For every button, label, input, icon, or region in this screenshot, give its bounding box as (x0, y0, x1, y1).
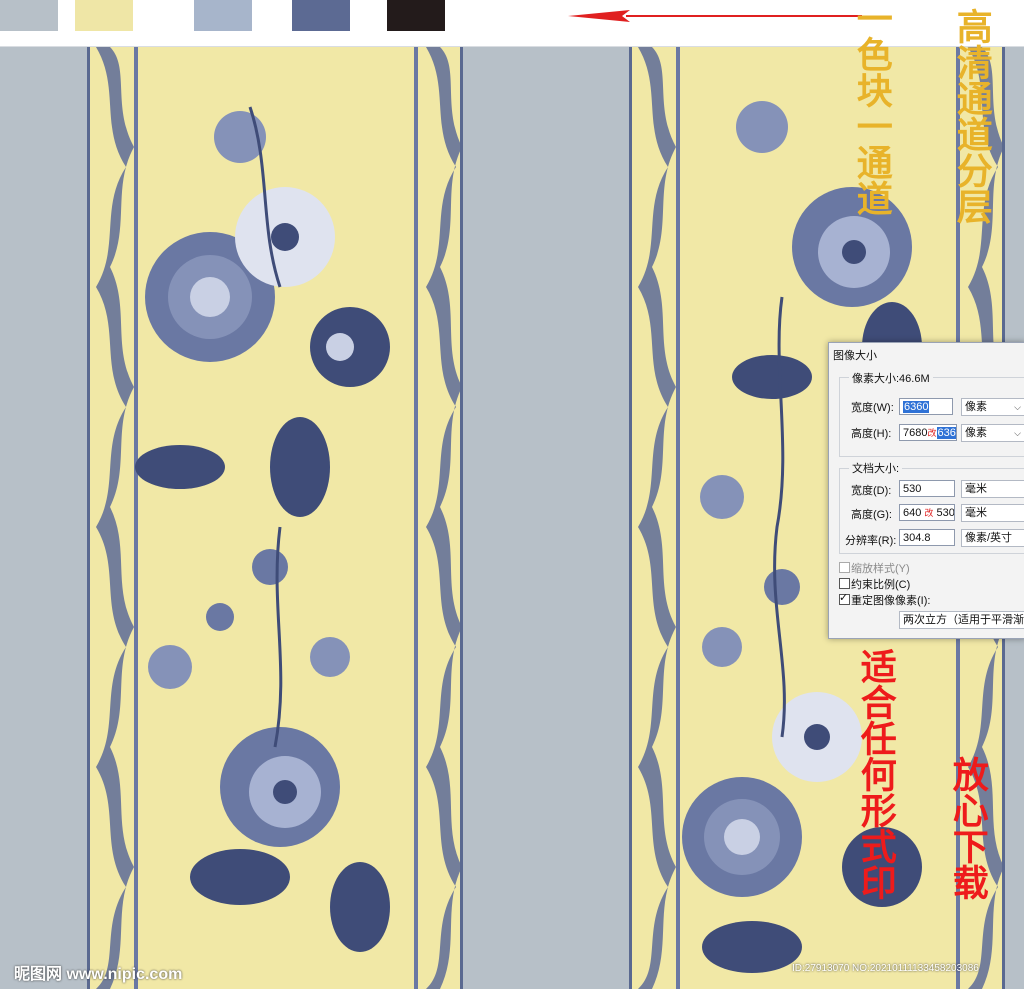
width-unit-select[interactable]: 像素 ⌵ (961, 398, 1024, 416)
height-old-value: 7680 (903, 427, 928, 439)
pixel-dimensions-label: 像素大小:46.6M (849, 370, 933, 386)
doc-height-unit-select[interactable]: 毫米 (961, 504, 1024, 522)
doc-width-unit: 毫米 (965, 483, 987, 495)
width-label: 宽度(W): (851, 402, 894, 414)
chevron-down-icon: ⌵ (1014, 428, 1021, 438)
resample-method-select[interactable]: 两次立方（适用于平滑渐变 (899, 611, 1024, 629)
height-new-value: 6360 (936, 427, 956, 439)
resolution-unit: 像素/英寸 (965, 532, 1013, 544)
swatch-black (387, 0, 445, 31)
floral-pattern-left (90, 47, 462, 989)
resolution-input[interactable]: 304.8 (899, 529, 955, 546)
site-watermark: 昵图网 www.nipic.com (14, 966, 183, 983)
doc-height-change-mark: 改 (924, 508, 934, 518)
doc-width-value: 530 (903, 483, 922, 495)
left-arrow-icon (568, 10, 862, 22)
width-input[interactable]: 6360 (899, 398, 953, 415)
vertical-text-yellow-2: 高清通道分层 (950, 8, 996, 224)
doc-height-unit: 毫米 (965, 507, 987, 519)
image-id-line: ID:27913070 NO:20210111133458203086 (792, 963, 979, 974)
pixel-dimensions-group (839, 377, 1024, 457)
scale-styles-label: 缩放样式(Y) (851, 563, 910, 575)
left-panel-edge-right (460, 47, 463, 989)
doc-width-unit-select[interactable]: 毫米 (961, 480, 1024, 498)
document-size-label: 文档大小: (849, 460, 903, 476)
doc-height-input[interactable]: 640 改 530 (899, 504, 955, 521)
swatch-light-blue (194, 0, 252, 31)
constrain-proportions-label: 约束比例(C) (851, 579, 911, 591)
swatch-gray (0, 0, 58, 31)
image-size-dialog: 图像大小 像素大小:46.6M 宽度(W): 6360 像素 ⌵ 高度(H): 7… (828, 342, 1024, 639)
height-input[interactable]: 7680改6360 (899, 424, 957, 441)
height-label: 高度(H): (851, 428, 892, 440)
resample-method: 两次立方（适用于平滑渐变 (903, 614, 1024, 626)
swatch-blue (292, 0, 350, 31)
vertical-label: 放心下载 (946, 756, 989, 900)
vertical-text-red-1: 适合任何形式印 (854, 648, 900, 900)
width-unit: 像素 (965, 401, 987, 413)
resample-label: 重定图像像素(I): (851, 595, 931, 607)
vertical-label: 适合任何形式印 (854, 648, 897, 900)
vertical-label: 高清通道分层 (950, 8, 993, 224)
doc-width-label: 宽度(D): (851, 485, 892, 497)
vertical-text-yellow-1: 一色块一通道 (850, 0, 896, 216)
swatch-white (135, 0, 193, 31)
height-change-mark: 改 (927, 428, 937, 438)
resolution-value: 304.8 (903, 532, 931, 544)
doc-height-label: 高度(G): (851, 509, 892, 521)
floral-panel-left (90, 47, 462, 989)
height-unit: 像素 (965, 427, 987, 439)
vertical-label: 一色块一通道 (850, 0, 893, 216)
vertical-text-red-2: 放心下载 (946, 756, 992, 900)
dialog-title: 图像大小 (833, 350, 877, 362)
resolution-unit-select[interactable]: 像素/英寸 (961, 529, 1024, 547)
resolution-label: 分辨率(R): (845, 535, 897, 547)
constrain-proportions-checkbox[interactable] (839, 578, 850, 589)
swatch-yellow (75, 0, 133, 31)
doc-height-old: 640 (903, 507, 922, 519)
width-value: 6360 (903, 401, 930, 413)
doc-width-input[interactable]: 530 (899, 480, 955, 497)
height-unit-select[interactable]: 像素 ⌵ (961, 424, 1024, 442)
doc-height-new: 530 (936, 507, 955, 519)
scale-styles-checkbox[interactable] (839, 562, 850, 573)
chevron-down-icon: ⌵ (1014, 402, 1021, 412)
checkmark-icon: ✓ (839, 592, 849, 604)
resample-checkbox[interactable]: ✓ (839, 592, 850, 605)
